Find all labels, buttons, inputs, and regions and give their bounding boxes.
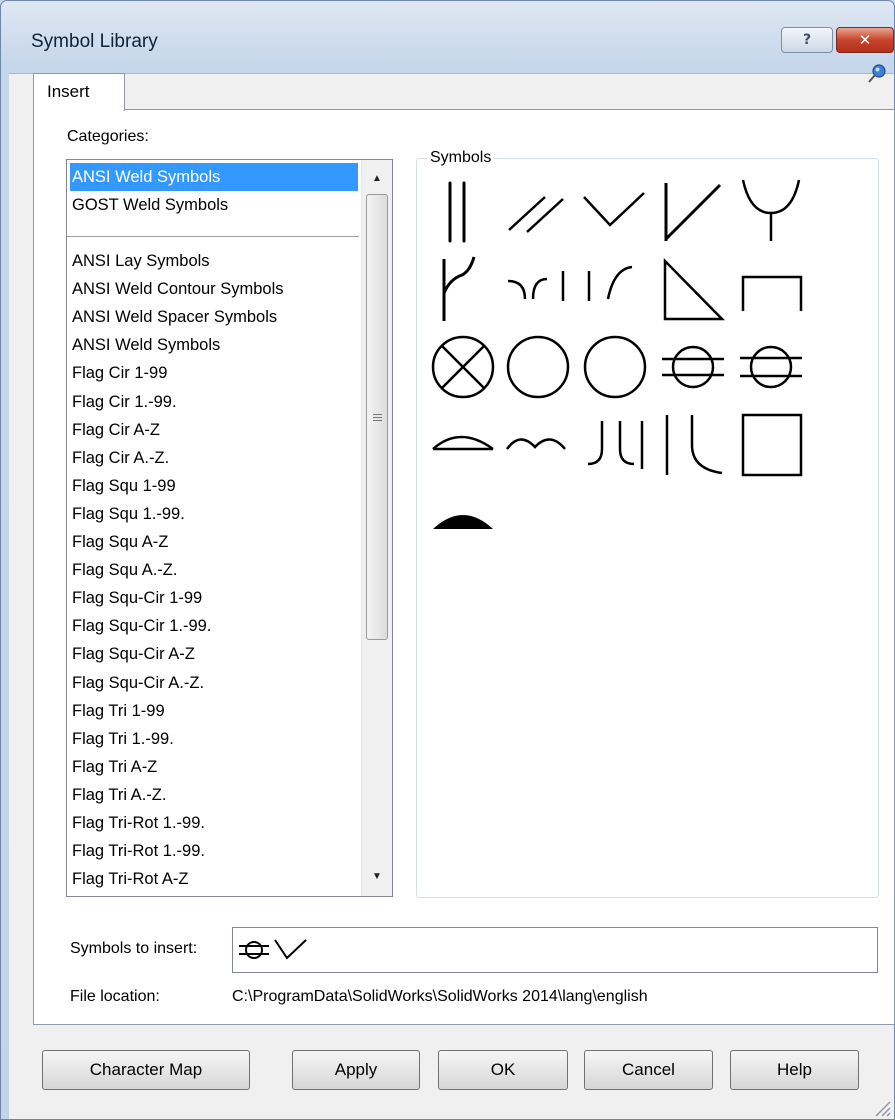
tab-insert-label: Insert: [47, 82, 90, 101]
list-item[interactable]: Flag Tri A-Z: [70, 753, 157, 781]
symbols-to-insert-field[interactable]: [232, 927, 878, 973]
list-item[interactable]: Flag Squ 1-99: [70, 472, 176, 500]
circle-large-icon[interactable]: [582, 331, 648, 403]
circle-line-icon[interactable]: [738, 331, 804, 403]
cancel-button[interactable]: Cancel: [584, 1050, 713, 1090]
ok-button[interactable]: OK: [438, 1050, 568, 1090]
list-item[interactable]: Flag Cir A.-Z.: [70, 444, 169, 472]
list-item[interactable]: Flag Tri 1.-99.: [70, 725, 174, 753]
list-item[interactable]: ANSI Weld Contour Symbols: [70, 275, 284, 303]
square-bracket-icon[interactable]: [738, 253, 804, 325]
double-vertical-line-icon[interactable]: [430, 175, 496, 247]
tab-insert[interactable]: Insert: [33, 73, 125, 111]
square-icon[interactable]: [738, 409, 804, 481]
fillet-triangle-icon[interactable]: [660, 253, 726, 325]
list-item[interactable]: Flag Tri-Rot 1.-99.: [70, 809, 205, 837]
j-groove-icon[interactable]: [430, 253, 496, 325]
list-item[interactable]: Flag Tri-Rot A-Z: [70, 865, 188, 893]
list-item[interactable]: ANSI Lay Symbols: [70, 247, 210, 275]
symbols-to-insert-label: Symbols to insert:: [70, 940, 198, 957]
file-location-value: C:\ProgramData\SolidWorks\SolidWorks 201…: [232, 988, 648, 1005]
list-item[interactable]: ANSI Weld Symbols: [70, 163, 358, 191]
help-title-button[interactable]: ?: [781, 27, 833, 53]
file-location-label: File location:: [70, 988, 160, 1005]
circle-icon[interactable]: [505, 331, 571, 403]
list-item[interactable]: Flag Tri-Rot 1.-99.: [70, 837, 205, 865]
list-separator: [67, 236, 359, 237]
list-item[interactable]: Flag Squ A.-Z.: [70, 556, 177, 584]
list-item[interactable]: Flag Squ 1.-99.: [70, 500, 185, 528]
u-groove-icon[interactable]: [582, 409, 648, 481]
categories-scrollbar[interactable]: ▲ ▼: [361, 160, 392, 896]
flare-v-icon[interactable]: [505, 253, 571, 325]
j-groove-edge-icon[interactable]: [660, 409, 726, 481]
categories-listbox[interactable]: ANSI Weld Symbols GOST Weld Symbols ANSI…: [66, 159, 393, 897]
symbols-group-title: Symbols: [427, 149, 495, 167]
list-item[interactable]: Flag Cir 1-99: [70, 359, 167, 387]
y-groove-icon[interactable]: [738, 175, 804, 247]
list-item[interactable]: Flag Squ-Cir A.-Z.: [70, 669, 204, 697]
scroll-up-arrow-icon[interactable]: ▲: [362, 166, 392, 192]
window-title: Symbol Library: [31, 31, 158, 52]
v-groove-icon[interactable]: [582, 175, 648, 247]
resize-grip-icon[interactable]: [872, 1098, 892, 1118]
filled-dome-icon[interactable]: [430, 487, 496, 559]
list-item[interactable]: Flag Cir A-Z: [70, 416, 160, 444]
bevel-groove-icon[interactable]: [660, 175, 726, 247]
list-item[interactable]: Flag Squ-Cir 1-99: [70, 584, 202, 612]
list-item[interactable]: ANSI Weld Spacer Symbols: [70, 303, 277, 331]
list-item[interactable]: Flag Tri 1-99: [70, 697, 165, 725]
scroll-down-arrow-icon[interactable]: ▼: [362, 864, 392, 890]
double-diagonal-line-icon[interactable]: [505, 175, 571, 247]
list-item[interactable]: Flag Squ A-Z: [70, 528, 168, 556]
scroll-thumb[interactable]: [366, 194, 388, 640]
double-arc-icon[interactable]: [505, 409, 571, 481]
flare-bevel-icon[interactable]: [582, 253, 648, 325]
pin-icon[interactable]: [866, 63, 888, 85]
categories-label: Categories:: [67, 128, 149, 145]
list-item[interactable]: Flag Cir 1.-99.: [70, 388, 177, 416]
close-button[interactable]: ✕: [836, 27, 894, 53]
title-bar[interactable]: Symbol Library ? ✕: [1, 1, 894, 81]
v-groove-icon: [274, 939, 307, 960]
convex-contour-icon[interactable]: [430, 409, 496, 481]
list-item[interactable]: Flag Squ-Cir A-Z: [70, 640, 195, 668]
circle-double-line-icon: [239, 941, 269, 959]
list-item[interactable]: Flag Squ-Cir 1.-99.: [70, 612, 211, 640]
help-button[interactable]: Help: [730, 1050, 859, 1090]
list-item[interactable]: Flag Tri A.-Z.: [70, 781, 166, 809]
list-item[interactable]: GOST Weld Symbols: [70, 191, 228, 219]
circle-cross-icon[interactable]: [430, 331, 496, 403]
circle-double-line-icon[interactable]: [660, 331, 726, 403]
apply-button[interactable]: Apply: [292, 1050, 420, 1090]
list-item[interactable]: ANSI Weld Symbols: [70, 331, 220, 359]
character-map-button[interactable]: Character Map: [42, 1050, 250, 1090]
